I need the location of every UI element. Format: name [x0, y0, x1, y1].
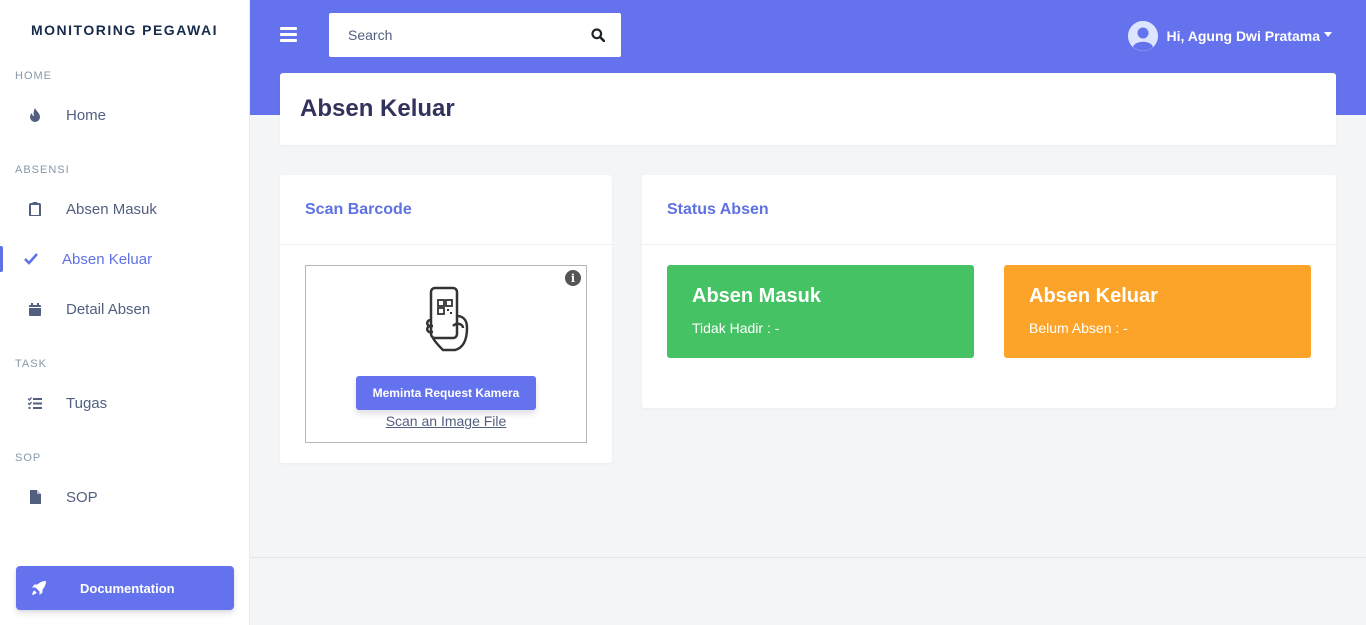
user-greeting: Hi, Agung Dwi Pratama [1166, 28, 1320, 44]
search-input[interactable] [329, 13, 575, 57]
scan-barcode-card: Scan Barcode i Meminta Request Kamera Sc… [280, 175, 612, 463]
documentation-button[interactable]: Documentation [16, 566, 234, 610]
sidebar-item-label: Tugas [66, 394, 108, 412]
status-card-title: Status Absen [642, 175, 1336, 245]
tasks-icon [27, 395, 43, 411]
request-camera-button[interactable]: Meminta Request Kamera [356, 376, 536, 410]
info-icon[interactable]: i [565, 270, 581, 286]
check-icon [23, 251, 39, 267]
rocket-icon [16, 580, 62, 596]
search-bar [329, 13, 621, 57]
sidebar-item-label: Home [66, 106, 107, 124]
scan-image-file-link[interactable]: Scan an Image File [306, 413, 586, 429]
status-box-title: Absen Masuk [692, 285, 821, 307]
sidebar-item-label: Absen Keluar [62, 250, 153, 268]
sidebar-item-home[interactable]: Home [0, 90, 249, 140]
menu-toggle-icon[interactable] [280, 27, 297, 43]
sidebar-item-absen-keluar[interactable]: Absen Keluar [0, 234, 249, 284]
sidebar-item-tugas[interactable]: Tugas [0, 378, 249, 428]
nav-heading-task: TASK [15, 358, 47, 370]
qr-phone-icon [421, 286, 471, 352]
user-menu[interactable]: Hi, Agung Dwi Pratama [1128, 21, 1332, 51]
nav-heading-absensi: ABSENSI [15, 164, 70, 176]
qr-scanner-region: i Meminta Request Kamera Scan an Image F… [305, 265, 587, 443]
search-icon[interactable] [575, 13, 621, 57]
status-box-absen-masuk: Absen Masuk Tidak Hadir : - [667, 265, 974, 358]
page-header: Absen Keluar [280, 73, 1336, 145]
sidebar-item-label: Absen Masuk [66, 200, 157, 218]
footer-divider [250, 557, 1366, 558]
sidebar-item-detail-absen[interactable]: Detail Absen [0, 284, 249, 334]
status-box-text: Tidak Hadir : - [692, 320, 780, 336]
brand-title: MONITORING PEGAWAI [31, 22, 218, 38]
calendar-icon [27, 301, 43, 317]
sidebar-item-absen-masuk[interactable]: Absen Masuk [0, 184, 249, 234]
status-box-title: Absen Keluar [1029, 285, 1158, 307]
sidebar-item-sop[interactable]: SOP [0, 472, 249, 522]
scan-card-title: Scan Barcode [280, 175, 612, 245]
sidebar-item-label: Detail Absen [66, 300, 151, 318]
documentation-label: Documentation [80, 580, 175, 596]
nav-heading-home: HOME [15, 70, 52, 82]
avatar [1128, 21, 1159, 51]
file-icon [27, 489, 43, 505]
sidebar: MONITORING PEGAWAI HOME Home ABSENSI Abs… [0, 0, 250, 625]
sidebar-item-label: SOP [66, 488, 98, 506]
status-box-text: Belum Absen : - [1029, 320, 1128, 336]
clipboard-icon [27, 201, 43, 217]
status-box-absen-keluar: Absen Keluar Belum Absen : - [1004, 265, 1311, 358]
chevron-down-icon [1324, 31, 1332, 37]
page-title: Absen Keluar [300, 95, 455, 122]
nav-heading-sop: SOP [15, 452, 42, 464]
fire-icon [27, 107, 43, 123]
status-absen-card: Status Absen Absen Masuk Tidak Hadir : -… [642, 175, 1336, 408]
